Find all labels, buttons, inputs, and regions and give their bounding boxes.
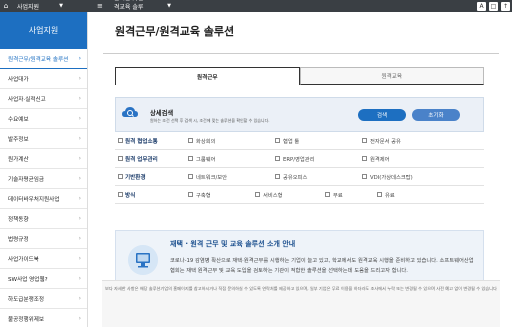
option-on-premise[interactable]: 구축형 <box>188 191 211 199</box>
sidebar-item-remote-solution[interactable]: 원격근무/원격교육 솔루션 › <box>0 49 87 69</box>
option-erp[interactable]: ERP/영업관리 <box>275 155 315 163</box>
checkbox[interactable] <box>118 156 123 161</box>
option-service[interactable]: 서비스형 <box>255 191 283 199</box>
option-collab-tool[interactable]: 협업 툴 <box>275 137 299 145</box>
filter-row-infrastructure: 기반환경 네트워크/보안 공유오피스 VDI(가상데스크탑) <box>115 168 484 186</box>
filter-row-label[interactable]: 기반환경 <box>118 173 146 181</box>
breadcrumb-section-label: 사업지원 <box>17 3 40 11</box>
tab-remote-work[interactable]: 원격근무 <box>115 67 300 85</box>
cloud-search-icon <box>122 107 138 117</box>
sidebar-item-label: 하도급분쟁조정 <box>8 296 45 303</box>
main-content: 원격근무/원격교육 솔루션 원격근무 원격교육 상세검색 원하는 조건 선택 후… <box>88 12 512 327</box>
reset-button[interactable]: 초기화 <box>412 109 460 121</box>
option-groupware[interactable]: 그룹웨어 <box>188 155 216 163</box>
option-vdi[interactable]: VDI(가상데스크탑) <box>362 173 413 181</box>
chevron-right-icon: › <box>78 95 81 102</box>
filter-row-label[interactable]: 방식 <box>118 191 135 199</box>
sidebar-item-label: 불공정행위제보 <box>8 316 45 323</box>
filter-row-label[interactable]: 원격 협업소통 <box>118 137 158 145</box>
tab-remote-education[interactable]: 원격교육 <box>299 67 484 85</box>
option-remote-control[interactable]: 원격제어 <box>362 155 390 163</box>
detailed-search-panel: 상세검색 원하는 조건 선택 후 검색 시, 조건에 맞는 솔루션을 확인할 수… <box>115 97 484 225</box>
sidebar-item-label: 데이터바우처지원사업 <box>8 196 60 203</box>
sidebar-item-business-report[interactable]: 사업자·실적신고 › <box>0 89 87 109</box>
option-paid[interactable]: 유료 <box>377 191 395 199</box>
sidebar-item-label: 사업대가 <box>8 76 29 83</box>
chevron-right-icon: › <box>78 75 81 82</box>
title-divider <box>103 53 499 54</box>
filter-title: 상세검색 <box>150 110 174 117</box>
sidebar-item-dispute-mediation[interactable]: 하도급분쟁조정 › <box>0 289 87 309</box>
sidebar-item-label: 원격근무/원격교육 솔루션 <box>8 56 69 63</box>
option-free[interactable]: 무료 <box>325 191 343 199</box>
sidebar-item-label: 원가계산 <box>8 156 29 163</box>
sidebar-item-label: 사업가이드북 <box>8 256 39 263</box>
chevron-right-icon: › <box>78 55 81 62</box>
tab-bar: 원격근무 원격교육 <box>115 67 484 85</box>
filter-row-collaboration: 원격 협업소통 화상회의 협업 툴 전자문서 공유 <box>115 132 484 150</box>
filter-row-work-management: 원격 업무관리 그룹웨어 ERP/영업관리 원격제어 <box>115 150 484 168</box>
breadcrumb-section[interactable]: 사업지원 ▼ <box>12 0 92 12</box>
checkbox[interactable] <box>118 138 123 143</box>
sidebar-title: 사업지원 <box>0 12 87 49</box>
search-button[interactable]: 검색 <box>358 109 406 121</box>
top-navigation-bar: ⌂ 사업지원 ▼ ≡ 원격근무/원격교육 솔루션 ▼ A □ ↑ <box>0 0 512 20</box>
sidebar-item-engineer-wage[interactable]: 기술자평균임금 › <box>0 169 87 189</box>
topbar-tools: A □ ↑ <box>477 0 510 12</box>
sidebar-item-project-cost[interactable]: 사업대가 › <box>0 69 87 89</box>
chevron-right-icon: › <box>78 195 81 202</box>
monitor-icon <box>128 245 158 275</box>
chevron-right-icon: › <box>78 255 81 262</box>
sidebar-item-policy-trend[interactable]: 정책동향 › <box>0 209 87 229</box>
chevron-right-icon: › <box>78 275 81 282</box>
chevron-down-icon: ▼ <box>59 3 63 9</box>
sidebar-item-order-info[interactable]: 발주정보 › <box>0 129 87 149</box>
option-video-conference[interactable]: 화상회의 <box>188 137 216 145</box>
filter-row-label[interactable]: 원격 업무관리 <box>118 155 158 163</box>
sidebar-item-sw-sales[interactable]: SW사업 영업웹? › <box>0 269 87 289</box>
filter-header: 상세검색 원하는 조건 선택 후 검색 시, 조건에 맞는 솔루션을 확인할 수… <box>115 97 484 132</box>
filter-description: 원하는 조건 선택 후 검색 시, 조건에 맞는 솔루션을 확인할 수 있습니다… <box>150 118 270 123</box>
breadcrumb-page[interactable]: ≡ 원격근무/원격교육 솔루션 ▼ <box>92 0 176 20</box>
page-title: 원격근무/원격교육 솔루션 <box>115 25 235 38</box>
chevron-down-icon: ▼ <box>167 3 171 9</box>
chevron-right-icon: › <box>78 315 81 322</box>
sidebar-item-label: 정책동향 <box>8 216 29 223</box>
intro-description: 코로나-19 감염병 확산으로 재택·원격근무를 시행하는 기업이 늘고 있고,… <box>170 258 474 274</box>
option-network-security[interactable]: 네트워크/보안 <box>188 173 227 181</box>
option-shared-office[interactable]: 공유오피스 <box>275 173 307 181</box>
sidebar-item-data-voucher[interactable]: 데이터바우처지원사업 › <box>0 189 87 209</box>
chevron-right-icon: › <box>78 235 81 242</box>
share-icon[interactable]: ↑ <box>501 1 510 11</box>
intro-title: 재택 · 원격 근무 및 교육 솔루션 소개 안내 <box>170 240 296 248</box>
sidebar-item-label: 사업자·실적신고 <box>8 96 46 103</box>
sidebar-item-label: SW사업 영업웹? <box>8 276 48 283</box>
sidebar-item-guidebook[interactable]: 사업가이드북 › <box>0 249 87 269</box>
filter-row-method: 방식 구축형 서비스형 무료 유료 <box>115 186 484 204</box>
home-icon[interactable]: ⌂ <box>0 0 12 12</box>
sidebar-item-cost-calc[interactable]: 원가계산 › <box>0 149 87 169</box>
sidebar-item-demand-forecast[interactable]: 수요예보 › <box>0 109 87 129</box>
notice-text: 보다 자세한 사항은 해당 솔루션기업의 홈페이지를 참고하시거나 직접 문의하… <box>105 286 497 291</box>
sidebar-item-label: 법령규정 <box>8 236 29 243</box>
chevron-right-icon: › <box>78 215 81 222</box>
chevron-right-icon: › <box>78 135 81 142</box>
sidebar: 사업지원 원격근무/원격교육 솔루션 › 사업대가 › 사업자·실적신고 › 수… <box>0 12 88 327</box>
chevron-right-icon: › <box>78 155 81 162</box>
sidebar-item-regulations[interactable]: 법령규정 › <box>0 229 87 249</box>
chevron-right-icon: › <box>78 115 81 122</box>
sidebar-item-label: 발주정보 <box>8 136 29 143</box>
font-size-icon[interactable]: A <box>477 1 486 11</box>
chevron-right-icon: › <box>78 175 81 182</box>
sidebar-item-unfair-report[interactable]: 불공정행위제보 › <box>0 309 87 327</box>
checkbox[interactable] <box>118 192 123 197</box>
sidebar-item-label: 기술자평균임금 <box>8 176 45 183</box>
menu-icon: ≡ <box>97 2 103 10</box>
print-icon[interactable]: □ <box>489 1 498 11</box>
checkbox[interactable] <box>118 174 123 179</box>
notice-box: 보다 자세한 사항은 해당 솔루션기업의 홈페이지를 참고하시거나 직접 문의하… <box>102 280 500 327</box>
sidebar-item-label: 수요예보 <box>8 116 29 123</box>
chevron-right-icon: › <box>78 295 81 302</box>
option-document-share[interactable]: 전자문서 공유 <box>362 137 401 145</box>
